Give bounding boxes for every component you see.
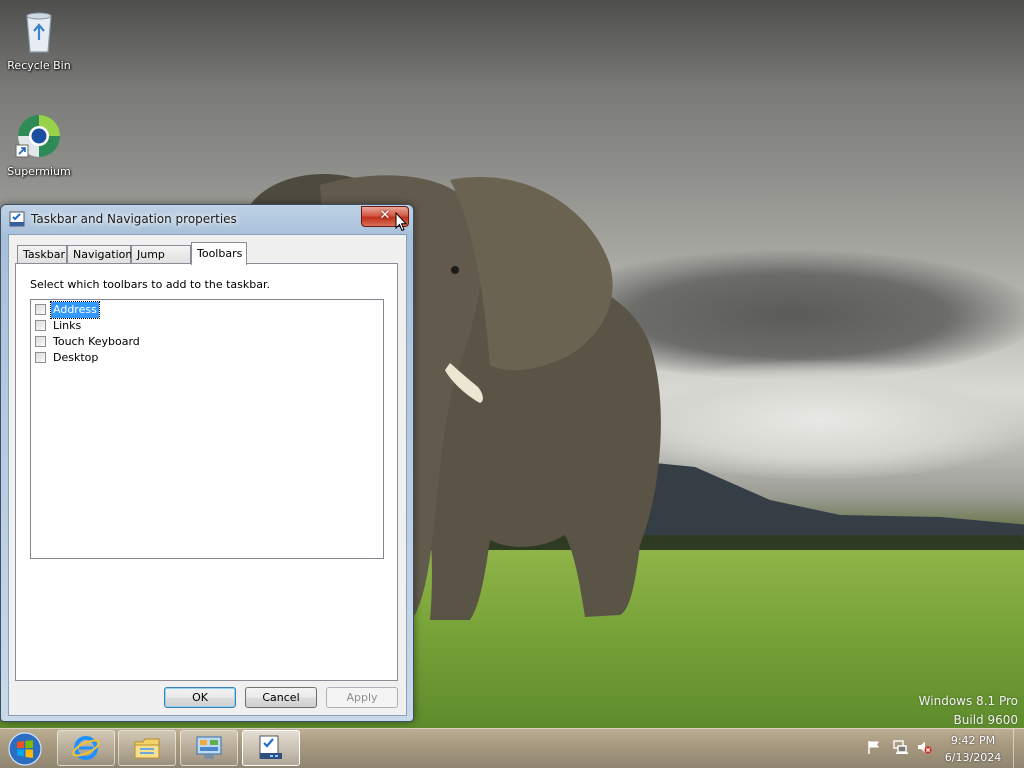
apply-button[interactable]: Apply — [326, 687, 398, 708]
clock-time: 9:42 PM — [950, 734, 996, 747]
desktop-icon-recycle-bin[interactable]: Recycle Bin — [1, 6, 77, 72]
address-checkbox[interactable] — [35, 304, 46, 315]
windows-start-icon[interactable] — [6, 731, 44, 767]
supermium-label: Supermium — [7, 165, 71, 178]
toolbars-tab-page: Select which toolbars to add to the task… — [15, 263, 398, 681]
tab-toolbars[interactable]: Toolbars — [191, 242, 247, 265]
toolbar-item-label: Touch Keyboard — [53, 335, 140, 348]
watermark-edition: Windows 8.1 Pro — [918, 694, 1018, 708]
recycle-bin-icon — [26, 12, 52, 53]
toolbar-item-label: Desktop — [53, 351, 99, 364]
taskbar-button-internet-explorer[interactable] — [57, 730, 115, 766]
taskbar-button-taskbar-properties[interactable] — [242, 730, 300, 766]
desktop-checkbox[interactable] — [35, 352, 46, 363]
volume-muted-icon[interactable] — [916, 739, 932, 755]
action-center-flag-icon[interactable] — [866, 739, 882, 755]
recycle-bin-label: Recycle Bin — [7, 59, 71, 72]
touch-keyboard-checkbox[interactable] — [35, 336, 46, 347]
toolbars-instruction: Select which toolbars to add to the task… — [30, 278, 270, 291]
dialog-title: Taskbar and Navigation properties — [31, 212, 237, 226]
links-checkbox[interactable] — [35, 320, 46, 331]
close-icon: ✕ — [379, 208, 391, 223]
supermium-browser-icon — [15, 115, 60, 158]
tab-jump-lists[interactable]: Jump Lists — [131, 245, 191, 279]
taskbar-button-file-explorer[interactable] — [118, 730, 176, 766]
taskbar-properties-title-icon — [9, 211, 25, 227]
taskbar-properties-dialog: Taskbar and Navigation properties ✕ Task… — [0, 204, 414, 722]
tab-taskbar[interactable]: Taskbar — [17, 245, 67, 263]
toolbar-item-label: Address — [50, 301, 100, 319]
show-desktop-button[interactable] — [1013, 729, 1024, 768]
system-clock[interactable]: 9:42 PM 6/13/2024 — [940, 732, 1006, 766]
watermark-build: Build 9600 — [953, 713, 1018, 727]
internet-explorer-icon — [72, 736, 100, 760]
toolbars-list[interactable]: Address Links Touch Keyboard Desktop — [30, 299, 384, 559]
clock-date: 6/13/2024 — [944, 751, 1002, 764]
taskbar-button-control-panel[interactable] — [180, 730, 238, 766]
tab-navigation[interactable]: Navigation — [67, 245, 132, 263]
control-panel-icon — [196, 736, 222, 759]
mouse-cursor-icon — [395, 212, 407, 232]
ok-button[interactable]: OK — [164, 687, 236, 708]
desktop-icon-supermium[interactable]: Supermium — [1, 112, 77, 178]
network-icon[interactable] — [892, 739, 908, 755]
cancel-button[interactable]: Cancel — [245, 687, 317, 708]
taskbar: 9:42 PM 6/13/2024 — [0, 728, 1024, 768]
taskbar-properties-icon — [259, 735, 282, 759]
windows-watermark: Windows 8.1 Pro Build 9600 — [919, 692, 1018, 728]
file-explorer-icon — [134, 738, 160, 759]
toolbar-item-label: Links — [53, 319, 82, 332]
dialog-titlebar[interactable]: Taskbar and Navigation properties ✕ — [1, 205, 411, 233]
dialog-client-area: Taskbar Navigation Jump Lists Toolbars S… — [8, 234, 407, 716]
